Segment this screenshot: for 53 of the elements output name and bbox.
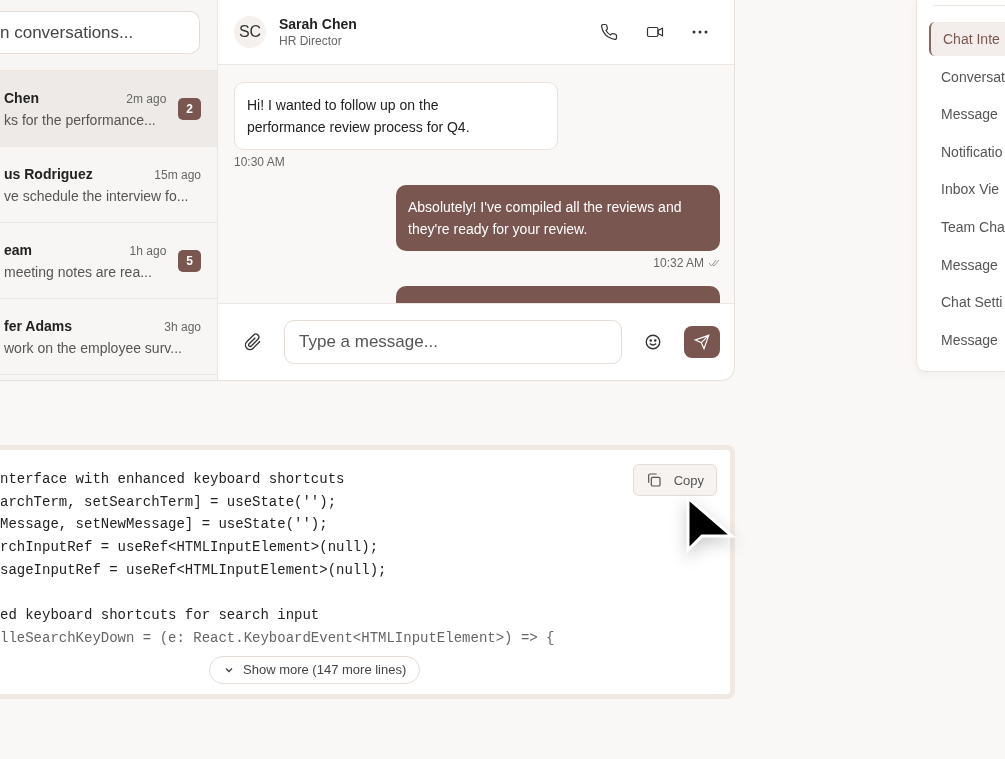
code-line: rchInputRef = useRef<HTMLInputElement>(null); [0,539,379,556]
nav-item[interactable]: Message [933,97,1005,132]
conversation-item[interactable]: us Rodriguez 15m ago ve schedule the interview fo... [0,147,217,223]
search-field[interactable]: n conversations... [0,11,200,54]
message-time: 10:30 AM [234,155,285,169]
message-preview: ks for the performance... [4,111,157,128]
code-line: ed keyboard shortcuts for search input [0,607,320,624]
contact-name: fer Adams [4,317,72,334]
message-time: 10:32 AM [653,256,704,270]
contact-name: us Rodriguez [4,165,93,182]
code-line: archTerm, setSearchTerm] = useState(''); [0,493,337,510]
nav-item[interactable]: Inbox Vie [933,172,1005,207]
send-button[interactable] [684,326,720,358]
show-more-button[interactable]: Show more (147 more lines) [209,655,421,684]
contact-role: HR Director [279,34,343,48]
avatar: SC [234,16,266,48]
nav-item[interactable]: Conversat [933,59,1005,94]
unread-count: 2 [178,97,201,120]
message-time: 2m ago [126,91,167,106]
message-time: 15m ago [154,167,201,182]
paperclip-icon[interactable] [244,333,262,351]
conversation-item[interactable]: eam 1h ago meeting notes are rea... 5 [0,223,217,299]
nav-item[interactable]: Message [933,247,1005,282]
send-icon [694,334,710,350]
more-options-icon[interactable] [692,30,708,34]
copy-button[interactable]: Copy [632,464,717,496]
unread-count: 5 [178,249,201,272]
message-preview: meeting notes are rea... [4,263,153,280]
nav-item[interactable]: Notificatio [933,134,1005,169]
conversation-item[interactable]: Chen 2m ago ks for the performance... 2 [0,71,217,147]
double-check-icon [708,259,720,267]
message-preview: ve schedule the interview fo... [4,187,190,204]
copy-icon [645,472,662,488]
nav-item[interactable]: Chat Setti [933,285,1005,320]
message-input[interactable]: Type a message... [284,320,622,364]
code-line: Message, setNewMessage] = useState(''); [0,516,328,533]
message-preview: work on the employee surv... [4,339,183,356]
phone-icon[interactable] [600,23,618,41]
message-time: 1h ago [129,243,167,258]
code-line: sageInputRef = useRef<HTMLInputElement>(null); [0,561,387,578]
contact-name: eam [4,241,33,258]
sent-message: Absolutely! I've compiled all the reviews and they're ready for your review. [396,185,720,251]
nav-item[interactable]: Team Cha [933,209,1005,244]
message-time: 3h ago [164,319,201,334]
nav-item[interactable]: Message [933,322,1005,357]
emoji-icon[interactable] [644,333,662,351]
code-line: nterface with enhanced keyboard shortcuts [0,471,345,487]
nav-item[interactable]: Chat Inte [929,22,1005,56]
conversation-item[interactable]: fer Adams 3h ago work on the employee surv... [0,299,217,375]
contact-name: Chen [4,89,39,106]
contact-name: Sarah Chen [279,16,357,32]
code-line: lleSearchKeyDown = (e: React.KeyboardEvent<HTMLInputElement>) => { [0,629,555,646]
received-message: Hi! I wanted to follow up on the performance review process for Q4. [234,82,558,150]
